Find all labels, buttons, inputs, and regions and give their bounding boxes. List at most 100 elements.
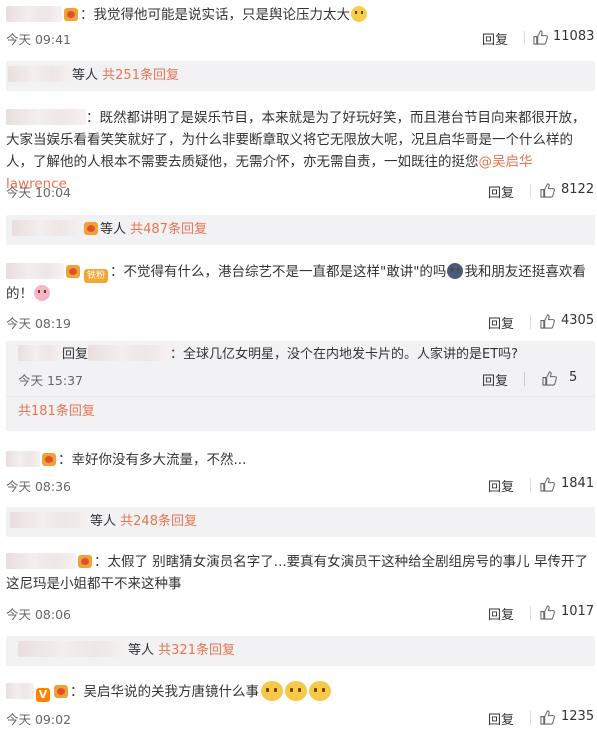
face-emoji-icon xyxy=(447,263,464,279)
comment-text: ：不觉得有什么，港台综艺不是一直都是这样"敢讲"的吗 xyxy=(110,264,447,280)
comment-item: ：我觉得他可能是说实话，只是舆论压力太大 xyxy=(0,4,597,26)
thumbs-up-icon[interactable] xyxy=(540,477,555,492)
more-replies-link[interactable]: 共181条回复 xyxy=(18,404,95,419)
comment-feed: ：我觉得他可能是说实话，只是舆论压力太大 今天 09:41 回复 11083 等… xyxy=(0,0,597,732)
reply-summary[interactable]: 等人 共321条回复 xyxy=(6,636,595,666)
summary-suffix: 等人 xyxy=(90,514,117,529)
thumbs-up-icon[interactable] xyxy=(540,314,555,329)
reply-count-link[interactable]: 共248条回复 xyxy=(120,514,197,529)
comment-meta: 今天 08:19 回复 4305 xyxy=(6,313,597,333)
divider xyxy=(530,711,531,725)
username[interactable] xyxy=(6,451,40,467)
comment-item: ：太假了 别瞎猜女演员名字了...要真有女演员干这种给全剧组房号的事儿 早传开了… xyxy=(0,551,597,595)
comment-item: 铁粉 ：不觉得有什么，港台综艺不是一直都是这样"敢讲"的吗 我和朋友还挺喜欢看的！ xyxy=(0,261,597,305)
divider xyxy=(530,606,531,620)
like-count: 1841 xyxy=(561,476,595,491)
reply-button[interactable]: 回复 xyxy=(482,29,508,48)
timestamp: 今天 08:06 xyxy=(6,607,71,622)
summary-suffix: 等人 xyxy=(128,643,155,658)
divider xyxy=(530,315,531,329)
reply-summary[interactable]: 等人 共487条回复 xyxy=(6,215,595,245)
comment-meta: 今天 09:41 回复 11083 xyxy=(6,29,597,49)
comment-body: ：太假了 别瞎猜女演员名字了...要真有女演员干这种给全剧组房号的事儿 早传开了… xyxy=(0,551,597,595)
reply-summary[interactable]: 等人 共248条回复 xyxy=(6,507,595,537)
sub-reply-text: ：全球几亿女明星，没个在内地发卡片的。人家讲的是ET吗? xyxy=(170,347,519,362)
reply-button[interactable]: 回复 xyxy=(488,182,514,201)
reply-button[interactable]: 回复 xyxy=(488,709,514,728)
divider xyxy=(530,478,531,492)
thumbs-up-icon[interactable] xyxy=(533,30,548,45)
comment-body: V ：吴启华说的关我方唐镜什么事 xyxy=(0,681,597,703)
sub-reply-box: 回复 ：全球几亿女明星，没个在内地发卡片的。人家讲的是ET吗? 今天 15:37 … xyxy=(6,341,595,431)
divider xyxy=(524,372,525,386)
username[interactable] xyxy=(6,6,62,22)
reply-count-link[interactable]: 共251条回复 xyxy=(102,68,179,83)
username[interactable] xyxy=(8,66,72,82)
thumbs-up-icon[interactable] xyxy=(540,605,555,620)
crown-badge-icon xyxy=(64,8,78,21)
divider xyxy=(530,184,531,198)
like-count: 1235 xyxy=(561,709,595,724)
username[interactable] xyxy=(6,263,64,279)
like-count: 8122 xyxy=(561,182,595,197)
reply-count-link[interactable]: 共321条回复 xyxy=(158,643,235,658)
summary-suffix: 等人 xyxy=(72,68,99,83)
reply-button[interactable]: 回复 xyxy=(488,476,514,495)
comment-item: ：幸好你没有多大流量，不然... xyxy=(0,449,597,471)
reply-summary[interactable]: 等人 共251条回复 xyxy=(6,61,595,91)
username[interactable] xyxy=(6,553,76,569)
username[interactable] xyxy=(10,512,90,528)
sub-reply-meta: 今天 15:37 回复 5 xyxy=(6,366,595,390)
fan-badge: 铁粉 xyxy=(84,269,109,283)
comment-body: ：我觉得他可能是说实话，只是舆论压力太大 xyxy=(0,4,597,26)
comment-meta: 今天 08:36 回复 1841 xyxy=(6,476,597,496)
crown-badge-icon xyxy=(42,453,56,466)
reply-count-link[interactable]: 共487条回复 xyxy=(130,222,207,237)
comment-meta: 今天 09:02 回复 1235 xyxy=(6,709,597,729)
cat-sticker-icon xyxy=(261,681,283,701)
comment-meta: 今天 08:06 回复 1017 xyxy=(6,604,597,624)
cat-sticker-icon xyxy=(309,681,331,701)
comment-body: ：幸好你没有多大流量，不然... xyxy=(0,449,597,471)
timestamp: 今天 09:02 xyxy=(6,712,71,727)
timestamp: 今天 08:19 xyxy=(6,316,71,331)
username[interactable] xyxy=(6,683,34,699)
reply-prefix: 回复 xyxy=(62,347,89,362)
comment-text: ：幸好你没有多大流量，不然... xyxy=(58,452,247,468)
sub-reply: 回复 ：全球几亿女明星，没个在内地发卡片的。人家讲的是ET吗? xyxy=(6,341,595,366)
thumbs-up-icon[interactable] xyxy=(540,710,555,725)
comment-text: ：太假了 别瞎猜女演员名字了...要真有女演员干这种给全剧组房号的事儿 早传开了… xyxy=(6,554,588,592)
more-replies[interactable]: 共181条回复 xyxy=(6,396,595,427)
crown-badge-icon xyxy=(54,685,68,698)
crown-badge-icon xyxy=(66,265,80,278)
cat-sticker-icon xyxy=(285,681,307,701)
divider xyxy=(524,31,525,45)
reply-to-username[interactable] xyxy=(88,345,171,361)
like-count: 4305 xyxy=(561,313,595,328)
comment-item: V ：吴启华说的关我方唐镜什么事 xyxy=(0,681,597,703)
timestamp: 今天 10:04 xyxy=(6,185,71,200)
comment-body: 铁粉 ：不觉得有什么，港台综艺不是一直都是这样"敢讲"的吗 我和朋友还挺喜欢看的！ xyxy=(0,261,597,305)
like-count: 11083 xyxy=(553,29,595,44)
like-count: 1017 xyxy=(561,604,595,619)
username[interactable] xyxy=(18,345,62,361)
username[interactable] xyxy=(18,641,128,657)
comment-text: ：我觉得他可能是说实话，只是舆论压力太大 xyxy=(80,7,350,23)
timestamp: 今天 08:36 xyxy=(6,479,71,494)
like-count: 5 xyxy=(569,370,578,385)
bunny-emoji-icon xyxy=(34,285,50,301)
reply-button[interactable]: 回复 xyxy=(488,604,514,623)
reply-button[interactable]: 回复 xyxy=(488,313,514,332)
timestamp: 今天 15:37 xyxy=(18,373,83,388)
thumbs-up-icon[interactable] xyxy=(540,183,555,198)
thumbs-up-icon[interactable] xyxy=(542,371,557,386)
comment-text: ：吴启华说的关我方唐镜什么事 xyxy=(70,684,259,700)
sweat-emoji-icon xyxy=(351,6,367,22)
verified-badge-icon: V xyxy=(36,688,50,702)
reply-button[interactable]: 回复 xyxy=(482,370,508,389)
comment-meta: 今天 10:04 回复 8122 xyxy=(6,182,597,202)
timestamp: 今天 09:41 xyxy=(6,32,71,47)
username[interactable] xyxy=(12,220,82,236)
username[interactable] xyxy=(6,109,86,125)
summary-suffix: 等人 xyxy=(100,222,127,237)
